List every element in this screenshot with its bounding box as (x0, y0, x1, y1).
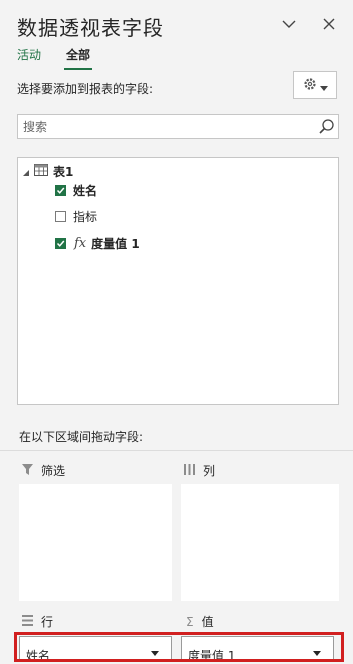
field-label: 指标 (73, 210, 98, 224)
field-settings-button[interactable] (293, 71, 337, 99)
table-icon (34, 164, 48, 179)
field-item[interactable]: fx 度量值 1 (55, 235, 140, 252)
table-name: 表1 (53, 165, 74, 179)
dropdown-arrow-icon (319, 76, 328, 95)
highlight-box (14, 632, 344, 662)
filters-area-label: 筛选 (41, 464, 66, 478)
collapse-triangle-icon[interactable] (23, 165, 29, 179)
tab-active-fields[interactable]: 活动 (17, 46, 41, 63)
filter-icon (22, 463, 33, 478)
panel-title: 数据透视表字段 (17, 16, 164, 40)
chevron-down-icon[interactable] (278, 13, 300, 35)
checkbox-checked[interactable] (55, 185, 66, 196)
field-label: 度量值 1 (91, 237, 140, 251)
measure-fx-icon: fx (74, 236, 87, 251)
field-instruction: 选择要添加到报表的字段: (17, 82, 154, 96)
checkbox-unchecked[interactable] (55, 211, 66, 222)
filters-area-header: 筛选 (22, 462, 65, 479)
rows-icon (22, 614, 33, 629)
gear-icon (303, 76, 317, 95)
search-icon[interactable] (318, 118, 335, 139)
close-icon[interactable] (318, 13, 340, 35)
search-box[interactable] (17, 114, 339, 139)
values-area-header: Σ 值 (186, 613, 214, 630)
table-node[interactable]: 表1 (23, 163, 73, 180)
active-tab-indicator (64, 68, 92, 70)
rows-area-label: 行 (41, 615, 54, 629)
columns-drop-area[interactable] (181, 484, 339, 601)
tab-all-fields[interactable]: 全部 (66, 46, 90, 63)
rows-area-header: 行 (22, 613, 53, 630)
columns-icon (184, 463, 195, 478)
checkbox-checked[interactable] (55, 238, 66, 249)
columns-area-header: 列 (184, 462, 215, 479)
columns-area-label: 列 (203, 464, 216, 478)
divider (0, 450, 353, 451)
search-input[interactable] (23, 117, 303, 136)
values-area-label: 值 (201, 615, 214, 629)
field-item[interactable]: 指标 (55, 208, 97, 225)
field-list: 表1 姓名 指标 fx 度量值 1 (17, 157, 339, 405)
areas-instruction: 在以下区域间拖动字段: (19, 430, 144, 444)
filters-drop-area[interactable] (19, 484, 172, 601)
field-item[interactable]: 姓名 (55, 182, 97, 199)
sigma-icon: Σ (186, 614, 194, 629)
field-label: 姓名 (73, 184, 98, 198)
